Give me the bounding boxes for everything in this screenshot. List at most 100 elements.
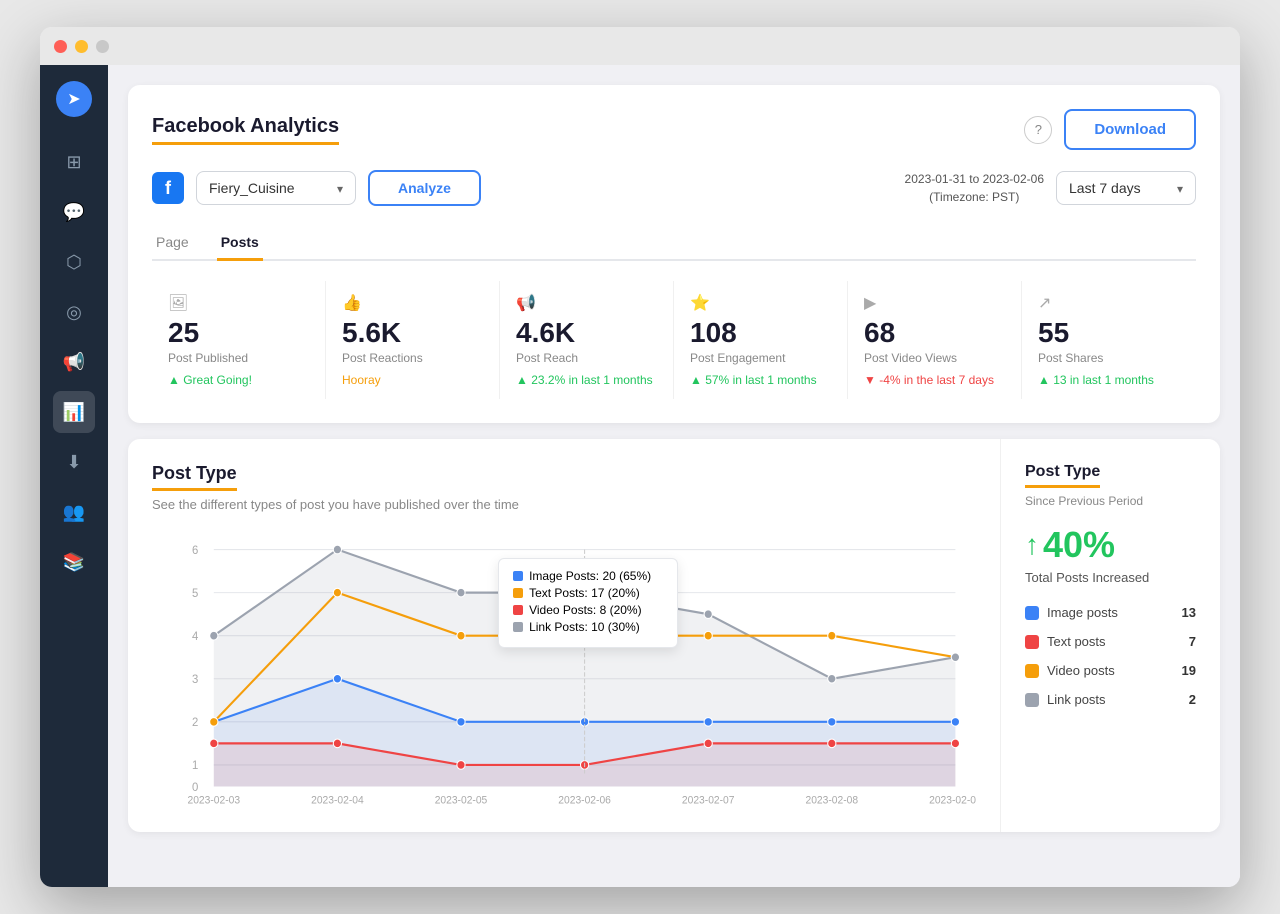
svg-text:2023-02-05: 2023-02-05: [435, 794, 488, 806]
period-label: Last 7 days: [1069, 180, 1141, 196]
chart-tooltip: Image Posts: 20 (65%) Text Posts: 17 (20…: [498, 558, 678, 648]
people-icon: 👥: [63, 502, 85, 523]
account-chevron-icon: [337, 180, 343, 196]
period-chevron-icon: [1177, 180, 1183, 196]
main-content: Facebook Analytics ? Download f Fiery_Cu…: [108, 65, 1240, 887]
link-posts-color-dot: [1025, 693, 1039, 707]
tab-page[interactable]: Page: [152, 226, 193, 261]
sidebar-item-network[interactable]: ⬡: [53, 241, 95, 283]
post-reactions-icon: 👍: [342, 293, 483, 313]
svg-text:2023-02-07: 2023-02-07: [682, 794, 735, 806]
tooltip-text-row: Text Posts: 17 (20%): [513, 586, 663, 600]
legend-video-posts: Video posts 19: [1025, 663, 1196, 678]
tab-posts[interactable]: Posts: [217, 226, 263, 261]
tooltip-link-dot: [513, 622, 523, 632]
arrow-up-icon: ↑: [1025, 529, 1039, 561]
sidebar-item-people[interactable]: 👥: [53, 491, 95, 533]
post-video-views-value: 68: [864, 319, 1005, 347]
post-reactions-value: 5.6K: [342, 319, 483, 347]
post-shares-icon: ↗: [1038, 293, 1180, 313]
metric-post-video-views: ▶ 68 Post Video Views ▼ -4% in the last …: [848, 281, 1022, 399]
post-reactions-label: Post Reactions: [342, 351, 483, 365]
svg-text:6: 6: [192, 545, 198, 557]
post-reactions-trend: Hooray: [342, 373, 483, 387]
tooltip-image-row: Image Posts: 20 (65%): [513, 569, 663, 583]
text-posts-color-dot: [1025, 635, 1039, 649]
target-icon: ◎: [66, 302, 82, 323]
image-posts-label: Image posts: [1047, 605, 1118, 620]
controls-row: f Fiery_Cuisine Analyze 2023-01-31 to 20…: [152, 170, 1196, 206]
legend-image-posts: Image posts 13: [1025, 605, 1196, 620]
titlebar: [40, 27, 1240, 65]
analyze-button[interactable]: Analyze: [368, 170, 481, 206]
help-button[interactable]: ?: [1024, 116, 1052, 144]
library-icon: 📚: [63, 552, 85, 573]
right-panel-title: Post Type: [1025, 463, 1100, 488]
account-name: Fiery_Cuisine: [209, 180, 295, 196]
post-shares-value: 55: [1038, 319, 1180, 347]
facebook-icon: f: [152, 172, 184, 204]
svg-text:2023-02-06: 2023-02-06: [558, 794, 611, 806]
post-video-views-trend: ▼ -4% in the last 7 days: [864, 373, 1005, 387]
image-posts-count: 13: [1182, 605, 1196, 620]
image-posts-color-dot: [1025, 606, 1039, 620]
tooltip-image-dot: [513, 571, 523, 581]
sidebar-item-analytics[interactable]: 📊: [53, 391, 95, 433]
chart-title: Post Type: [152, 463, 237, 491]
post-shares-trend: ▲ 13 in last 1 months: [1038, 373, 1180, 387]
dashboard-icon: ⊞: [66, 152, 81, 173]
tabs-container: Page Posts: [152, 226, 1196, 261]
post-published-icon: 🖼: [168, 293, 309, 313]
post-reach-label: Post Reach: [516, 351, 657, 365]
since-period-label: Since Previous Period: [1025, 494, 1196, 508]
post-video-views-icon: ▶: [864, 293, 1005, 313]
chat-icon: 💬: [63, 202, 85, 223]
right-panel: Post Type Since Previous Period ↑ 40% To…: [1000, 439, 1220, 832]
megaphone-icon: 📢: [63, 352, 85, 373]
account-selector[interactable]: Fiery_Cuisine: [196, 171, 356, 205]
tooltip-video-dot: [513, 605, 523, 615]
sidebar-item-library[interactable]: 📚: [53, 541, 95, 583]
tooltip-video-label: Video Posts: 8 (20%): [529, 603, 642, 617]
download-button[interactable]: Download: [1064, 109, 1196, 150]
total-increase-percent: ↑ 40%: [1025, 524, 1196, 566]
header-right: ? Download: [1024, 109, 1196, 150]
close-button[interactable]: [54, 40, 67, 53]
help-icon: ?: [1035, 122, 1042, 137]
total-posts-label: Total Posts Increased: [1025, 570, 1196, 585]
sidebar-item-dashboard[interactable]: ⊞: [53, 141, 95, 183]
sidebar-item-megaphone[interactable]: 📢: [53, 341, 95, 383]
page-title: Facebook Analytics: [152, 115, 339, 145]
post-engagement-value: 108: [690, 319, 831, 347]
sidebar-item-chat[interactable]: 💬: [53, 191, 95, 233]
post-published-value: 25: [168, 319, 309, 347]
period-selector[interactable]: Last 7 days: [1056, 171, 1196, 205]
tooltip-text-label: Text Posts: 17 (20%): [529, 586, 640, 600]
link-posts-label: Link posts: [1047, 692, 1106, 707]
tooltip-image-label: Image Posts: 20 (65%): [529, 569, 651, 583]
link-posts-count: 2: [1189, 692, 1196, 707]
tooltip-video-row: Video Posts: 8 (20%): [513, 603, 663, 617]
metric-post-reach: 📢 4.6K Post Reach ▲ 23.2% in last 1 mont…: [500, 281, 674, 399]
legend-link-posts: Link posts 2: [1025, 692, 1196, 707]
tooltip-link-label: Link Posts: 10 (30%): [529, 620, 640, 634]
download-sidebar-icon: ⬇: [66, 452, 81, 473]
chart-section: Post Type See the different types of pos…: [128, 439, 1000, 832]
post-video-views-label: Post Video Views: [864, 351, 1005, 365]
post-engagement-trend: ▲ 57% in last 1 months: [690, 373, 831, 387]
analytics-card: Facebook Analytics ? Download f Fiery_Cu…: [128, 85, 1220, 423]
fullscreen-button[interactable]: [96, 40, 109, 53]
sidebar: ➤ ⊞ 💬 ⬡ ◎ 📢 📊 ⬇ 👥: [40, 65, 108, 887]
metric-post-engagement: ⭐ 108 Post Engagement ▲ 57% in last 1 mo…: [674, 281, 848, 399]
metrics-grid: 🖼 25 Post Published ▲ Great Going! 👍 5.6…: [152, 281, 1196, 399]
video-posts-label: Video posts: [1047, 663, 1115, 678]
video-posts-color-dot: [1025, 664, 1039, 678]
sidebar-item-target[interactable]: ◎: [53, 291, 95, 333]
metric-post-reactions: 👍 5.6K Post Reactions Hooray: [326, 281, 500, 399]
tooltip-link-row: Link Posts: 10 (30%): [513, 620, 663, 634]
post-type-card: Post Type See the different types of pos…: [128, 439, 1220, 832]
svg-text:3: 3: [192, 674, 198, 686]
sidebar-logo[interactable]: ➤: [56, 81, 92, 117]
minimize-button[interactable]: [75, 40, 88, 53]
sidebar-item-download[interactable]: ⬇: [53, 441, 95, 483]
